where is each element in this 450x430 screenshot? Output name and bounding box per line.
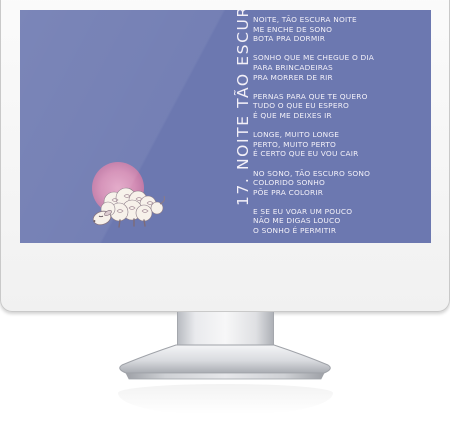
poem-stanza: PERNAS PARA QUE TE QUERO TUDO O QUE EU E… — [253, 92, 428, 121]
monitor-bezel: 17. NOITE TÃO ESCURA NOITE, TÃO ESCURA N… — [0, 0, 450, 312]
poem-line: BOTA PRA DORMIR — [253, 34, 326, 44]
poem-line: ME ENCHE DE SONO — [253, 24, 333, 34]
poem-line: NO SONO, TÃO ESCURO SONO — [253, 168, 371, 178]
poem-line: PERTO, MUITO PERTO — [253, 139, 337, 149]
poem-line: NOITE, TÃO ESCURA NOITE — [253, 15, 357, 24]
poem-stanza: NO SONO, TÃO ESCURO SONO COLORIDO SONHO … — [253, 169, 428, 198]
poem-stanza: E SE EU VOAR UM POUCO NÃO ME DIGAS LOUCO… — [253, 207, 428, 236]
poem-line: É CERTO QUE EU VOU CAIR — [253, 149, 359, 159]
poem-line: E SE EU VOAR UM POUCO — [253, 206, 353, 216]
poem-line: PERNAS PARA QUE TE QUERO — [253, 91, 368, 101]
poem-line: PARA BRINCADEIRAS — [253, 62, 333, 72]
poem-line: PÕE PRA COLORIR — [253, 187, 324, 197]
poem-line: SONHO QUE ME CHEGUE O DIA — [253, 53, 375, 63]
poem-stanza: SONHO QUE ME CHEGUE O DIA PARA BRINCADEI… — [253, 53, 428, 82]
poem-line: É QUE ME DEIXES IR — [253, 110, 332, 120]
poem-line: COLORIDO SONHO — [253, 178, 326, 188]
stand-reflection — [118, 384, 333, 414]
monitor-screen: 17. NOITE TÃO ESCURA NOITE, TÃO ESCURA N… — [20, 10, 431, 243]
poem-line: PRA MORRER DE RIR — [253, 72, 333, 82]
desktop-scene: 17. NOITE TÃO ESCURA NOITE, TÃO ESCURA N… — [0, 0, 450, 430]
poem-text: NOITE, TÃO ESCURA NOITE ME ENCHE DE SONO… — [253, 15, 428, 243]
poem-stanza: LONGE, MUITO LONGE PERTO, MUITO PERTO É … — [253, 130, 428, 159]
sheep-icon — [72, 156, 172, 236]
poem-stanza: NOITE, TÃO ESCURA NOITE ME ENCHE DE SONO… — [253, 15, 428, 44]
monitor-stand-base — [114, 343, 336, 381]
poem-line: O SONHO É PERMITIR — [253, 226, 337, 236]
poem-title-container: 17. NOITE TÃO ESCURA — [232, 10, 254, 206]
poem-title: 17. NOITE TÃO ESCURA — [234, 10, 252, 206]
poem-line: LONGE, MUITO LONGE — [253, 130, 340, 140]
poem-line: TUDO O QUE EU ESPERO — [253, 101, 350, 111]
poem-line: NÃO ME DIGAS LOUCO — [253, 216, 341, 226]
